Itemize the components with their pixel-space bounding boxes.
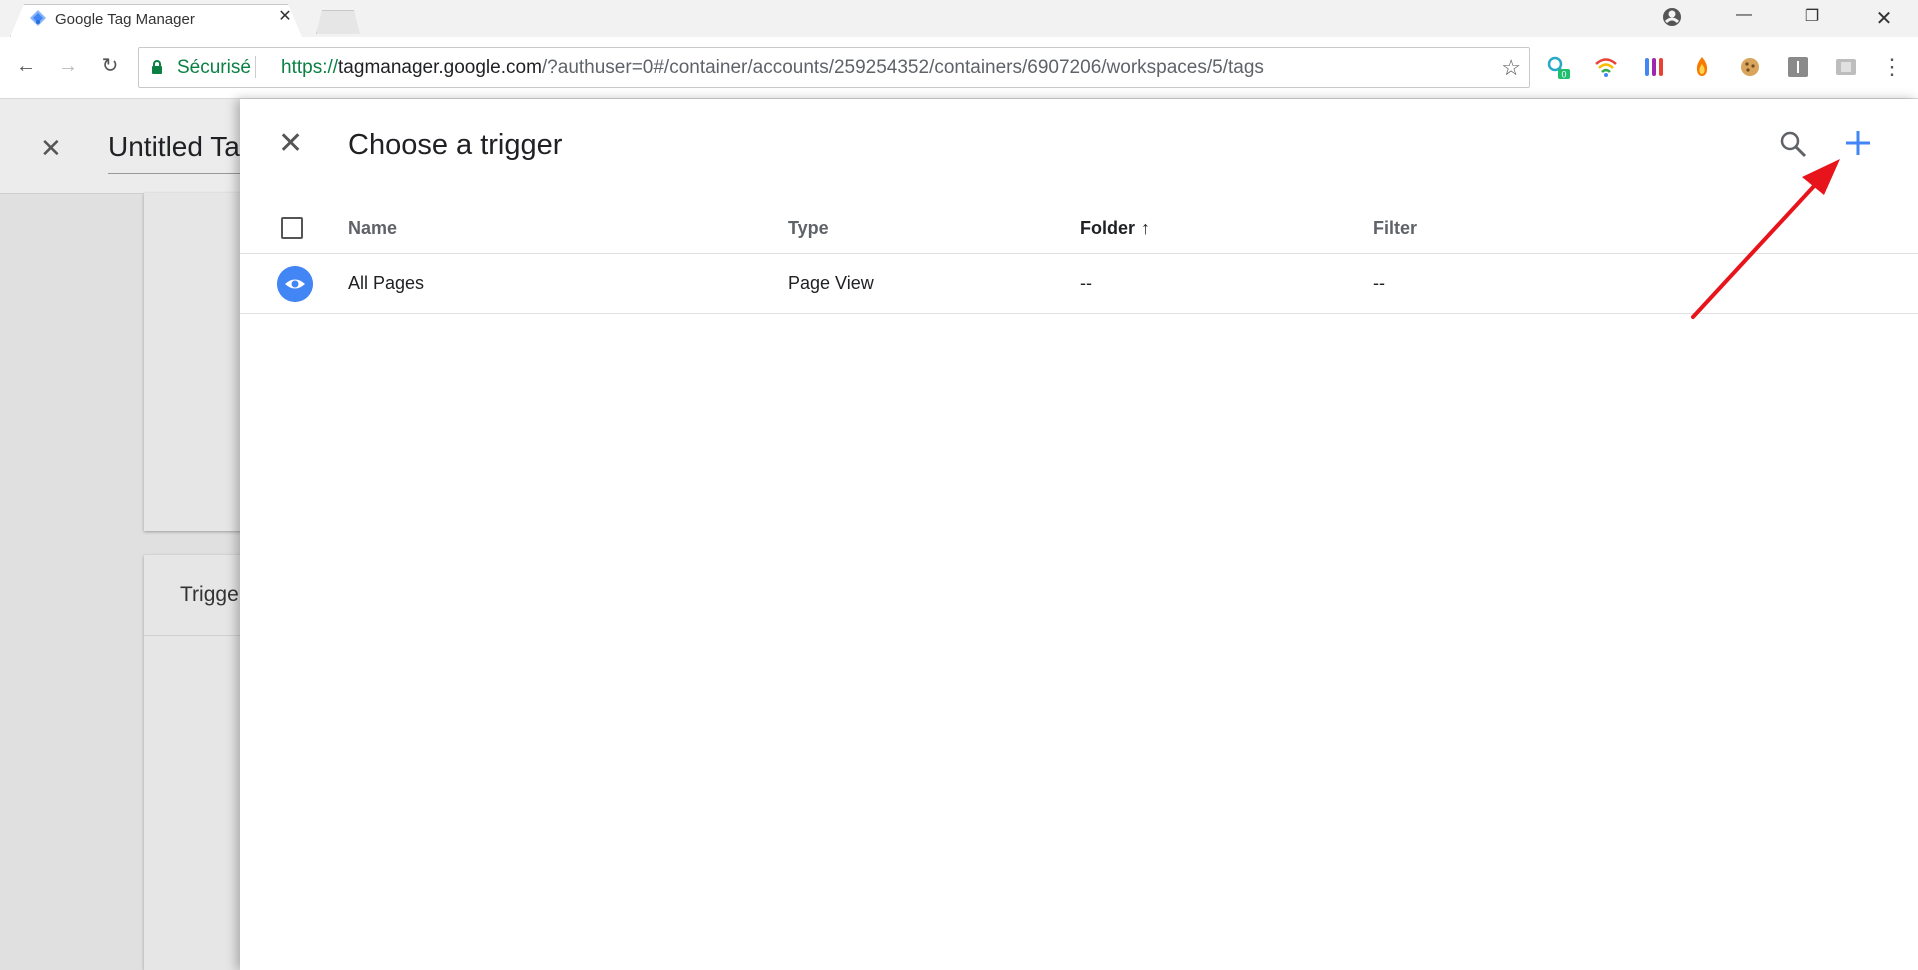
cookie-extension-icon[interactable] (1738, 55, 1762, 79)
trigger-name: All Pages (348, 273, 425, 293)
test-tubes-extension-icon[interactable] (1642, 55, 1666, 79)
secure-label: Sécurisé (177, 57, 251, 78)
profile-icon[interactable] (1658, 6, 1686, 30)
url-path: /?authuser=0#/container/accounts/2592543… (541, 57, 1264, 78)
tab-close-icon[interactable]: ✕ (276, 8, 294, 26)
reload-icon[interactable]: ↻ (96, 52, 124, 80)
forward-arrow-icon[interactable]: → (54, 52, 82, 80)
address-bar[interactable]: Sécurisé https://tagmanager.google.com/?… (138, 47, 1530, 88)
choose-trigger-panel: ✕ Choose a trigger Name Type Folder ↑ Fil… (240, 99, 1918, 970)
browser-tab-bar: Google Tag Manager ✕ — ❐ ✕ (0, 0, 1918, 37)
window-close-icon[interactable]: ✕ (1870, 6, 1898, 30)
browser-toolbar: ← → ↻ Sécurisé https://tagmanager.google… (0, 37, 1918, 99)
triggering-card-header: Trigge (144, 555, 244, 636)
tab-title: Google Tag Manager (55, 11, 195, 28)
tag-editor-close-icon[interactable]: ✕ (40, 133, 62, 164)
tag-name-underline (108, 173, 248, 174)
column-header-folder-label: Folder (1080, 218, 1136, 238)
bookmark-star-icon[interactable]: ☆ (1501, 55, 1521, 81)
column-header-type[interactable]: Type (788, 218, 829, 239)
triggering-card: Trigge (144, 555, 244, 970)
url-protocol: https:// (281, 57, 339, 78)
trigger-table-header: Name Type Folder ↑ Filter (240, 204, 1918, 254)
panel-close-icon[interactable]: ✕ (278, 129, 303, 159)
column-header-filter[interactable]: Filter (1373, 218, 1417, 239)
restore-icon[interactable]: ❐ (1798, 6, 1826, 30)
triggering-card-label: Trigge (180, 583, 239, 606)
url-text: https://tagmanager.google.com/?authuser=… (281, 57, 1264, 79)
tag-manager-favicon-icon (30, 10, 46, 26)
browser-menu-icon[interactable]: ⋮ (1880, 55, 1904, 79)
trigger-folder: -- (1080, 273, 1092, 293)
extension-badge: 0 (1561, 70, 1566, 80)
column-header-name[interactable]: Name (348, 218, 397, 239)
tag-configuration-card (144, 193, 244, 531)
minimize-icon[interactable]: — (1730, 6, 1758, 30)
back-arrow-icon[interactable]: ← (12, 52, 40, 80)
tag-name-title[interactable]: Untitled Ta (108, 131, 240, 163)
add-trigger-plus-icon[interactable] (1840, 125, 1876, 161)
url-host: tagmanager.google.com (338, 57, 542, 78)
tag-editor-header: ✕ Untitled Ta (0, 99, 248, 194)
omnibox-divider (255, 56, 256, 78)
column-header-folder[interactable]: Folder ↑ (1080, 218, 1150, 239)
flame-extension-icon[interactable] (1690, 55, 1714, 79)
trigger-row[interactable]: All Pages Page View -- -- (240, 254, 1918, 314)
tag-assistant-extension-icon[interactable]: 0 (1546, 55, 1570, 79)
trigger-filter: -- (1373, 273, 1385, 293)
new-tab-button[interactable] (316, 10, 360, 34)
sort-ascending-arrow-icon: ↑ (1141, 218, 1151, 238)
page-view-eye-icon (277, 266, 313, 302)
unknown-extension-icon[interactable] (1834, 55, 1858, 79)
select-all-checkbox[interactable] (281, 217, 303, 239)
grey-extension-icon[interactable] (1786, 55, 1810, 79)
trigger-type: Page View (788, 273, 874, 293)
wifi-extension-icon[interactable] (1594, 55, 1618, 79)
search-icon[interactable] (1778, 129, 1808, 159)
panel-title: Choose a trigger (348, 129, 563, 161)
lock-icon (152, 60, 162, 74)
